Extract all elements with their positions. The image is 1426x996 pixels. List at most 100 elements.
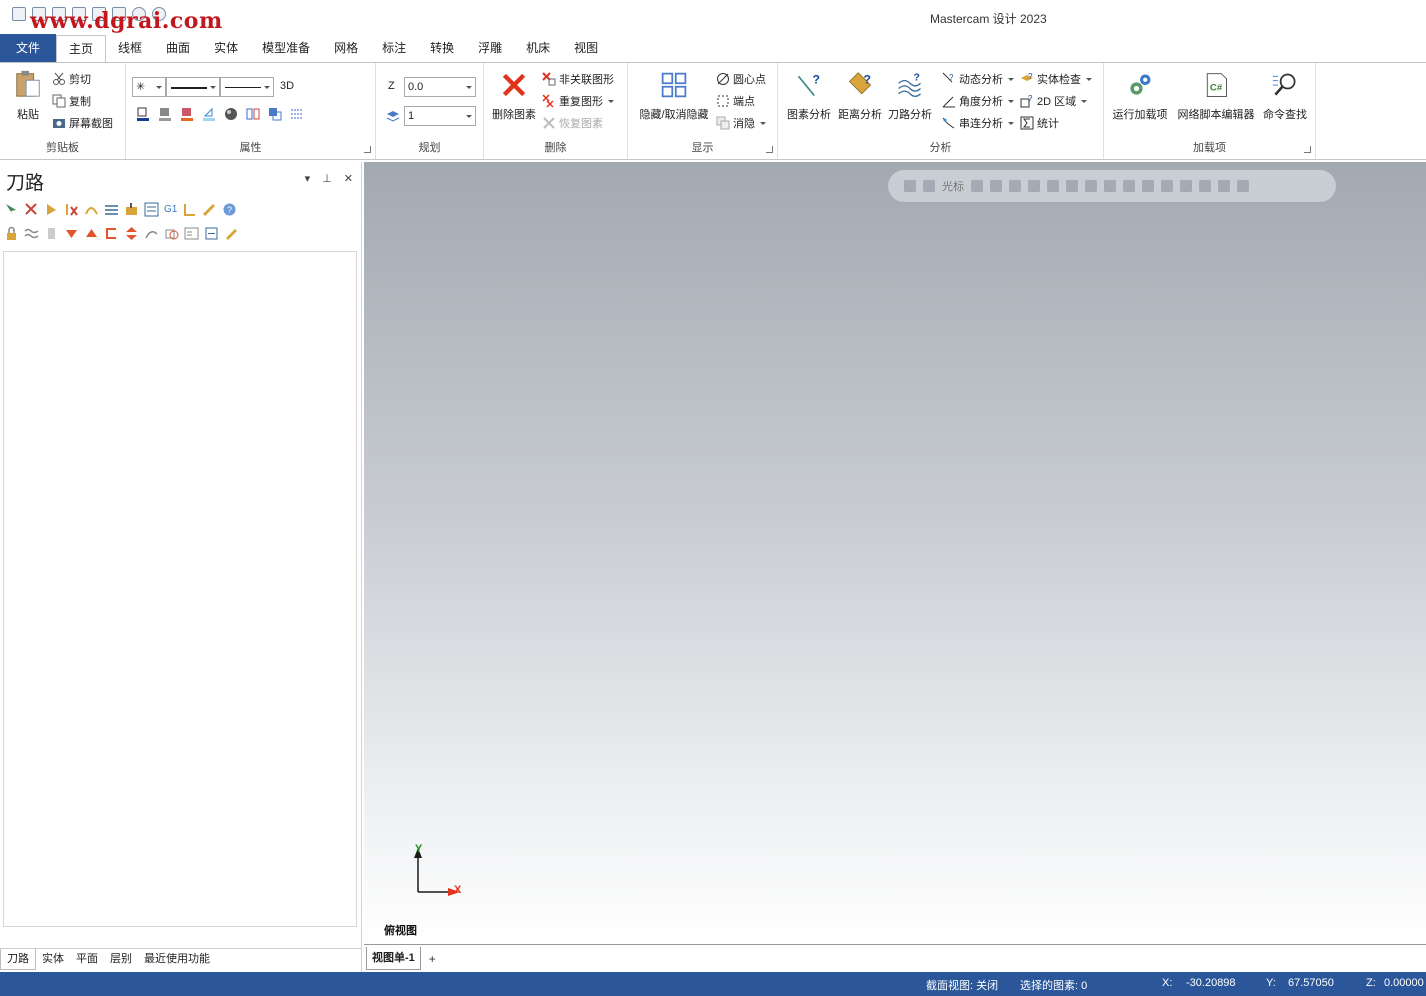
arc-center-button[interactable]: 圆心点: [716, 71, 766, 87]
line-style-select[interactable]: [166, 77, 220, 97]
toolpath-tree[interactable]: [3, 251, 357, 927]
solid-color-icon[interactable]: [180, 107, 194, 121]
toolpath-analysis-button[interactable]: ? 刀路分析: [886, 71, 934, 122]
edit-params-icon[interactable]: [224, 226, 239, 241]
entity-analysis-button[interactable]: ? 图素分析: [784, 71, 834, 122]
body-filter-icon[interactable]: [1104, 180, 1116, 192]
lock-selection-icon[interactable]: [904, 180, 916, 192]
wand-icon[interactable]: [202, 202, 217, 217]
copy-button[interactable]: 复制: [52, 93, 91, 109]
delete-duplicate-button[interactable]: 重复图形: [542, 93, 614, 109]
wireframe-filter-icon[interactable]: [1028, 180, 1040, 192]
material-icon[interactable]: [224, 107, 238, 121]
window-select-icon[interactable]: [1161, 180, 1173, 192]
regenerate-dirty-icon[interactable]: [64, 202, 79, 217]
clear-color-icon[interactable]: [268, 107, 282, 121]
insert-arrow-icon[interactable]: [104, 226, 119, 241]
post-process-icon[interactable]: [144, 202, 159, 217]
pin-icon[interactable]: ⊥: [322, 172, 332, 185]
solid-filter-icon[interactable]: [1066, 180, 1078, 192]
regenerate-selected-icon[interactable]: [44, 202, 59, 217]
display-dialog-launcher[interactable]: [766, 146, 773, 153]
deselect-ops-icon[interactable]: [24, 202, 39, 217]
manager-tab-recent[interactable]: 最近使用功能: [138, 949, 216, 970]
tab-transform[interactable]: 转换: [418, 34, 466, 62]
delete-non-assoc-button[interactable]: 非关联图形: [542, 71, 614, 87]
tab-model-prep[interactable]: 模型准备: [250, 34, 322, 62]
tab-wireframe[interactable]: 线框: [106, 34, 154, 62]
surface-color-icon[interactable]: [158, 107, 172, 121]
lock-icon[interactable]: [4, 226, 19, 241]
paste-button[interactable]: 粘贴: [10, 69, 46, 122]
select-point-icon[interactable]: [990, 180, 1002, 192]
undo-selection-icon[interactable]: [1237, 180, 1249, 192]
pie-filter-icon[interactable]: [1123, 180, 1135, 192]
blank-button[interactable]: 消隐: [716, 115, 766, 131]
command-finder-button[interactable]: 命令查找: [1260, 71, 1310, 122]
endpoints-button[interactable]: 端点: [716, 93, 755, 109]
verify-icon[interactable]: [124, 202, 139, 217]
hide-unhide-button[interactable]: 隐藏/取消隐藏: [634, 71, 714, 122]
section-view-status[interactable]: 截面视图: 关闭: [926, 977, 998, 993]
tab-machine[interactable]: 机床: [514, 34, 562, 62]
addins-dialog-launcher[interactable]: [1304, 146, 1311, 153]
angle-analysis-button[interactable]: 角度分析: [942, 93, 1014, 109]
toolpath-filter-icon[interactable]: [182, 202, 197, 217]
distance-analysis-button[interactable]: ? 距离分析: [836, 71, 884, 122]
snap-icon[interactable]: [971, 180, 983, 192]
single-display-icon[interactable]: [144, 226, 159, 241]
delete-entities-button[interactable]: 删除图素: [490, 71, 538, 122]
tab-home[interactable]: 主页: [56, 35, 107, 62]
new-file-icon[interactable]: [12, 7, 26, 21]
manager-tab-levels[interactable]: 层别: [104, 949, 138, 970]
manager-tab-solids[interactable]: 实体: [36, 949, 70, 970]
point-color-icon[interactable]: [202, 107, 216, 121]
wireframe-color-icon[interactable]: [136, 107, 150, 121]
autocursor-icon[interactable]: [923, 180, 935, 192]
verify-selection-icon[interactable]: [1142, 180, 1154, 192]
tab-relief[interactable]: 浮雕: [466, 34, 514, 62]
chain-select-icon[interactable]: [1180, 180, 1192, 192]
toggle-display-icon[interactable]: [24, 226, 39, 241]
move-down-icon[interactable]: [64, 226, 79, 241]
set-attributes-icon[interactable]: [246, 107, 260, 121]
point-style-select[interactable]: ✳: [132, 77, 166, 97]
area-2d-button[interactable]: ? 2D 区域: [1020, 93, 1088, 109]
simulate-toolpath-icon[interactable]: [84, 202, 99, 217]
screenshot-button[interactable]: 屏幕截图: [52, 115, 113, 131]
level-input[interactable]: 1: [404, 106, 476, 126]
help-icon[interactable]: ?: [222, 202, 237, 217]
panel-menu-icon[interactable]: ▾: [305, 172, 311, 185]
toggle-posting-icon[interactable]: [44, 226, 59, 241]
tab-file[interactable]: 文件: [0, 34, 57, 62]
solid-check-button[interactable]: ? 实体检查: [1020, 71, 1092, 87]
face-filter-icon[interactable]: [1085, 180, 1097, 192]
display-options-icon[interactable]: [184, 226, 199, 241]
manager-tab-toolpaths[interactable]: 刀路: [0, 949, 36, 970]
rotate-icon[interactable]: [1218, 180, 1230, 192]
show-geometry-icon[interactable]: [164, 226, 179, 241]
tab-view[interactable]: 视图: [562, 34, 610, 62]
line-width-select[interactable]: [220, 77, 274, 97]
surface-filter-icon[interactable]: [1047, 180, 1059, 192]
move-up-icon[interactable]: [84, 226, 99, 241]
manager-tab-planes[interactable]: 平面: [70, 949, 104, 970]
net-script-editor-button[interactable]: C# 网络脚本编辑器: [1174, 71, 1258, 122]
dynamic-analysis-button[interactable]: ? 动态分析: [942, 71, 1014, 87]
expand-collapse-icon[interactable]: [204, 226, 219, 241]
tab-mesh[interactable]: 网格: [322, 34, 370, 62]
add-view-sheet-button[interactable]: +: [429, 952, 436, 966]
run-addin-button[interactable]: 运行加载项: [1110, 71, 1170, 122]
g1-icon[interactable]: G1: [164, 204, 177, 215]
close-icon[interactable]: ✕: [344, 172, 353, 185]
attributes-dialog-launcher[interactable]: [364, 146, 371, 153]
cut-button[interactable]: 剪切: [52, 71, 91, 87]
mode-3d-toggle[interactable]: 3D: [280, 80, 294, 92]
undelete-button[interactable]: 恢复图素: [542, 115, 603, 131]
scroll-to-insert-icon[interactable]: [124, 226, 139, 241]
backplot-icon[interactable]: [104, 202, 119, 217]
z-depth-input[interactable]: 0.0: [404, 77, 476, 97]
attribute-manager-icon[interactable]: [290, 107, 304, 121]
select-arrow-icon[interactable]: [1009, 180, 1021, 192]
graphics-viewport[interactable]: 光标 Y X 俯视图: [364, 162, 1426, 942]
